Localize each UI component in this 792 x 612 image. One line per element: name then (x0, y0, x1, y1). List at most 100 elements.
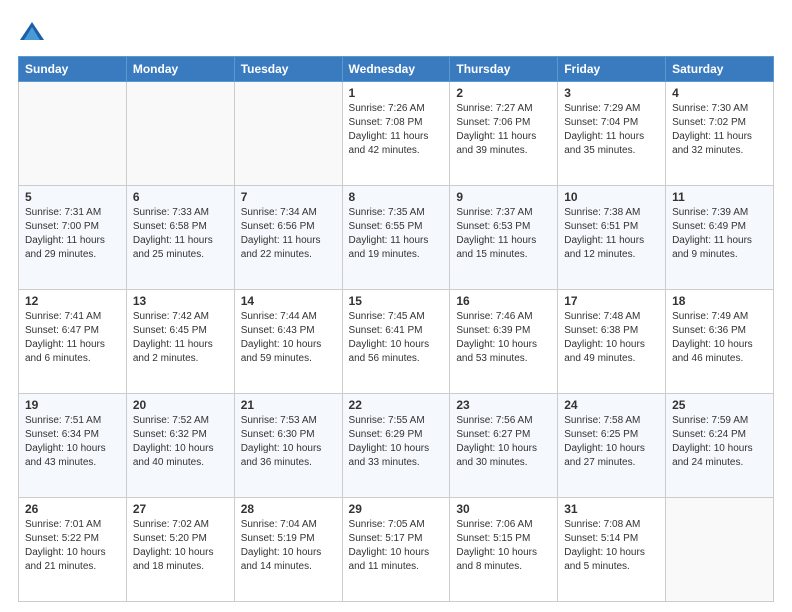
day-header-thursday: Thursday (450, 57, 558, 82)
day-header-friday: Friday (558, 57, 666, 82)
day-info: Sunrise: 7:48 AM Sunset: 6:38 PM Dayligh… (564, 310, 659, 366)
day-number: 20 (133, 398, 228, 412)
day-number: 2 (456, 86, 551, 100)
calendar-table: SundayMondayTuesdayWednesdayThursdayFrid… (18, 56, 774, 602)
day-number: 3 (564, 86, 659, 100)
day-info: Sunrise: 7:51 AM Sunset: 6:34 PM Dayligh… (25, 414, 120, 470)
day-header-monday: Monday (126, 57, 234, 82)
day-number: 19 (25, 398, 120, 412)
calendar-cell: 7 Sunrise: 7:34 AM Sunset: 6:56 PM Daylig… (234, 186, 342, 290)
calendar-week-row: 5 Sunrise: 7:31 AM Sunset: 7:00 PM Daylig… (19, 186, 774, 290)
calendar-cell: 14 Sunrise: 7:44 AM Sunset: 6:43 PM Dayli… (234, 290, 342, 394)
calendar-week-row: 26Sunrise: 7:01 AM Sunset: 5:22 PM Dayli… (19, 498, 774, 602)
day-number: 16 (456, 294, 551, 308)
calendar-cell: 28Sunrise: 7:04 AM Sunset: 5:19 PM Dayli… (234, 498, 342, 602)
day-number: 23 (456, 398, 551, 412)
calendar-cell: 16 Sunrise: 7:46 AM Sunset: 6:39 PM Dayli… (450, 290, 558, 394)
day-info: Sunrise: 7:37 AM Sunset: 6:53 PM Dayligh… (456, 206, 551, 262)
calendar-cell (234, 82, 342, 186)
calendar-cell: 25 Sunrise: 7:59 AM Sunset: 6:24 PM Dayli… (666, 394, 774, 498)
calendar-cell: 29 Sunrise: 7:05 AM Sunset: 5:17 PM Dayli… (342, 498, 450, 602)
day-info: Sunrise: 7:02 AM Sunset: 5:20 PM Dayligh… (133, 518, 228, 574)
day-info: Sunrise: 7:41 AM Sunset: 6:47 PM Dayligh… (25, 310, 120, 366)
day-number: 6 (133, 190, 228, 204)
day-number: 21 (241, 398, 336, 412)
logo (18, 18, 50, 46)
day-info: Sunrise: 7:42 AM Sunset: 6:45 PM Dayligh… (133, 310, 228, 366)
calendar-cell: 19 Sunrise: 7:51 AM Sunset: 6:34 PM Dayli… (19, 394, 127, 498)
calendar-cell: 31Sunrise: 7:08 AM Sunset: 5:14 PM Dayli… (558, 498, 666, 602)
day-info: Sunrise: 7:29 AM Sunset: 7:04 PM Dayligh… (564, 102, 659, 158)
day-info: Sunrise: 7:58 AM Sunset: 6:25 PM Dayligh… (564, 414, 659, 470)
day-info: Sunrise: 7:05 AM Sunset: 5:17 PM Dayligh… (349, 518, 444, 574)
day-number: 24 (564, 398, 659, 412)
header (18, 18, 774, 46)
calendar-week-row: 1 Sunrise: 7:26 AM Sunset: 7:08 PM Daylig… (19, 82, 774, 186)
calendar-week-row: 19 Sunrise: 7:51 AM Sunset: 6:34 PM Dayli… (19, 394, 774, 498)
day-info: Sunrise: 7:27 AM Sunset: 7:06 PM Dayligh… (456, 102, 551, 158)
day-number: 18 (672, 294, 767, 308)
calendar-cell: 26Sunrise: 7:01 AM Sunset: 5:22 PM Dayli… (19, 498, 127, 602)
day-info: Sunrise: 7:55 AM Sunset: 6:29 PM Dayligh… (349, 414, 444, 470)
calendar-cell: 8 Sunrise: 7:35 AM Sunset: 6:55 PM Daylig… (342, 186, 450, 290)
day-number: 22 (349, 398, 444, 412)
day-info: Sunrise: 7:49 AM Sunset: 6:36 PM Dayligh… (672, 310, 767, 366)
day-number: 13 (133, 294, 228, 308)
day-number: 28 (241, 502, 336, 516)
calendar-cell: 22 Sunrise: 7:55 AM Sunset: 6:29 PM Dayli… (342, 394, 450, 498)
day-info: Sunrise: 7:06 AM Sunset: 5:15 PM Dayligh… (456, 518, 551, 574)
day-header-wednesday: Wednesday (342, 57, 450, 82)
day-number: 7 (241, 190, 336, 204)
day-info: Sunrise: 7:44 AM Sunset: 6:43 PM Dayligh… (241, 310, 336, 366)
day-info: Sunrise: 7:33 AM Sunset: 6:58 PM Dayligh… (133, 206, 228, 262)
calendar-cell: 3 Sunrise: 7:29 AM Sunset: 7:04 PM Daylig… (558, 82, 666, 186)
calendar-cell: 12Sunrise: 7:41 AM Sunset: 6:47 PM Dayli… (19, 290, 127, 394)
day-info: Sunrise: 7:53 AM Sunset: 6:30 PM Dayligh… (241, 414, 336, 470)
day-info: Sunrise: 7:52 AM Sunset: 6:32 PM Dayligh… (133, 414, 228, 470)
calendar-cell: 4 Sunrise: 7:30 AM Sunset: 7:02 PM Daylig… (666, 82, 774, 186)
day-number: 30 (456, 502, 551, 516)
day-info: Sunrise: 7:34 AM Sunset: 6:56 PM Dayligh… (241, 206, 336, 262)
calendar-cell: 6 Sunrise: 7:33 AM Sunset: 6:58 PM Daylig… (126, 186, 234, 290)
day-number: 14 (241, 294, 336, 308)
day-info: Sunrise: 7:39 AM Sunset: 6:49 PM Dayligh… (672, 206, 767, 262)
day-header-saturday: Saturday (666, 57, 774, 82)
day-number: 25 (672, 398, 767, 412)
day-info: Sunrise: 7:30 AM Sunset: 7:02 PM Dayligh… (672, 102, 767, 158)
calendar-cell: 5 Sunrise: 7:31 AM Sunset: 7:00 PM Daylig… (19, 186, 127, 290)
day-info: Sunrise: 7:59 AM Sunset: 6:24 PM Dayligh… (672, 414, 767, 470)
calendar-cell: 9 Sunrise: 7:37 AM Sunset: 6:53 PM Daylig… (450, 186, 558, 290)
day-number: 5 (25, 190, 120, 204)
calendar-cell: 30 Sunrise: 7:06 AM Sunset: 5:15 PM Dayli… (450, 498, 558, 602)
day-info: Sunrise: 7:26 AM Sunset: 7:08 PM Dayligh… (349, 102, 444, 158)
calendar-header-row: SundayMondayTuesdayWednesdayThursdayFrid… (19, 57, 774, 82)
day-header-sunday: Sunday (19, 57, 127, 82)
day-info: Sunrise: 7:46 AM Sunset: 6:39 PM Dayligh… (456, 310, 551, 366)
day-info: Sunrise: 7:38 AM Sunset: 6:51 PM Dayligh… (564, 206, 659, 262)
calendar-cell (126, 82, 234, 186)
day-number: 4 (672, 86, 767, 100)
day-number: 9 (456, 190, 551, 204)
day-info: Sunrise: 7:35 AM Sunset: 6:55 PM Dayligh… (349, 206, 444, 262)
calendar-cell (666, 498, 774, 602)
calendar-cell: 24 Sunrise: 7:58 AM Sunset: 6:25 PM Dayli… (558, 394, 666, 498)
calendar-cell: 17 Sunrise: 7:48 AM Sunset: 6:38 PM Dayli… (558, 290, 666, 394)
day-number: 11 (672, 190, 767, 204)
day-number: 29 (349, 502, 444, 516)
day-number: 31 (564, 502, 659, 516)
calendar-cell: 20 Sunrise: 7:52 AM Sunset: 6:32 PM Dayli… (126, 394, 234, 498)
day-info: Sunrise: 7:31 AM Sunset: 7:00 PM Dayligh… (25, 206, 120, 262)
calendar-cell: 10Sunrise: 7:38 AM Sunset: 6:51 PM Dayli… (558, 186, 666, 290)
calendar-cell: 23 Sunrise: 7:56 AM Sunset: 6:27 PM Dayli… (450, 394, 558, 498)
day-number: 17 (564, 294, 659, 308)
day-number: 8 (349, 190, 444, 204)
day-number: 1 (349, 86, 444, 100)
calendar-cell: 2 Sunrise: 7:27 AM Sunset: 7:06 PM Daylig… (450, 82, 558, 186)
calendar-cell: 21 Sunrise: 7:53 AM Sunset: 6:30 PM Dayli… (234, 394, 342, 498)
logo-icon (18, 18, 46, 46)
day-info: Sunrise: 7:56 AM Sunset: 6:27 PM Dayligh… (456, 414, 551, 470)
day-info: Sunrise: 7:45 AM Sunset: 6:41 PM Dayligh… (349, 310, 444, 366)
day-number: 26 (25, 502, 120, 516)
day-number: 27 (133, 502, 228, 516)
calendar-cell: 13 Sunrise: 7:42 AM Sunset: 6:45 PM Dayli… (126, 290, 234, 394)
